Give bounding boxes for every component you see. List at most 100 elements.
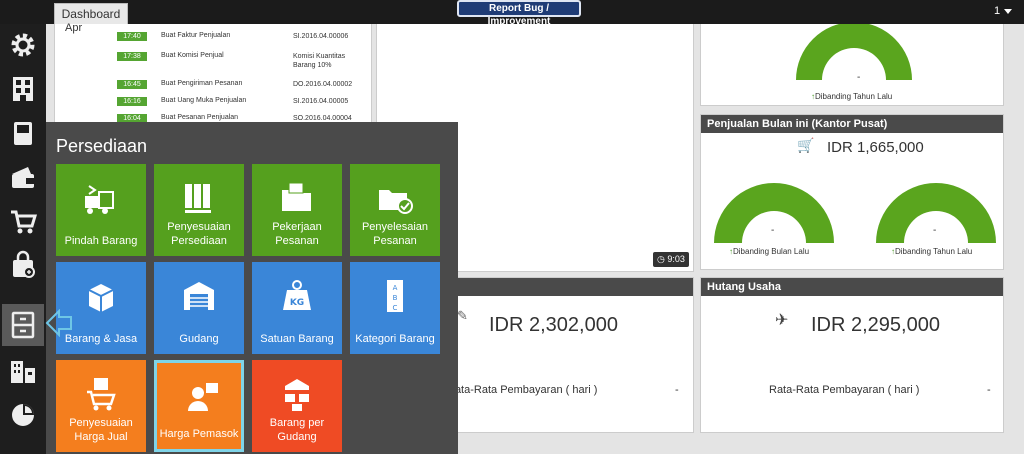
clock-time: 9:03 (667, 254, 685, 264)
clock-icon: ◷ (657, 254, 665, 264)
buildings-icon (11, 361, 35, 383)
gauge-caption-text: Dibanding Tahun Lalu (815, 92, 893, 101)
sidebar-item-sales[interactable] (2, 200, 44, 242)
activity-text: Buat Faktur Penjualan (161, 32, 231, 39)
popup-title: Persediaan (56, 136, 148, 156)
left-sidebar (0, 24, 46, 454)
tile-label: Satuan Barang (260, 333, 334, 345)
tile-penyesuaian-persediaan[interactable]: Penyesuaian Persediaan (154, 164, 244, 256)
activity-text: Buat Pesanan Penjualan (161, 114, 239, 121)
tile-label: Penyelesaian Pesanan (361, 221, 429, 247)
forklift-icon (85, 185, 114, 214)
inventory-popup-menu: Persediaan Pindah Barang Penyesuaian Per… (46, 122, 458, 454)
clock-badge: ◷ 9:03 (653, 252, 689, 267)
payable-card-title: Hutang Usaha (701, 278, 1003, 296)
tile-label: Kategori Barang (355, 333, 435, 345)
tile-label: Harga Pemasok (159, 428, 239, 440)
book-icon (14, 122, 32, 145)
activity-ref: SI.2016.04.00006 (293, 33, 349, 40)
gauge-value: - (857, 72, 861, 83)
gauge-chart (796, 24, 912, 80)
receivable-label: Rata-Rata Pembayaran ( hari ) (447, 384, 598, 396)
activity-header: Apr (65, 22, 83, 34)
activity-time: 16:16 (117, 97, 147, 106)
tile-label: Barang per Gudang (269, 417, 325, 443)
activity-time: 16:45 (117, 80, 147, 89)
gauge-caption: ↑Dibanding Bulan Lalu (729, 247, 809, 256)
payable-amount: IDR 2,295,000 (811, 314, 940, 336)
tile-satuan-barang[interactable]: KG Satuan Barang (252, 262, 342, 354)
tab-dashboard[interactable]: Dashboard (54, 3, 128, 24)
report-bug-button[interactable]: Report Bug / Improvement (457, 0, 581, 27)
gauge-caption-text: Dibanding Tahun Lalu (895, 247, 973, 256)
supplier-price-icon (188, 383, 218, 411)
tile-pindah-barang[interactable]: Pindah Barang (56, 164, 146, 256)
payable-icon: ✈ (775, 312, 789, 329)
sales-card-title: Penjualan Bulan ini (Kantor Pusat) (701, 115, 1003, 133)
weight-kg-icon: KG (283, 280, 311, 310)
money-icon: ✎ (457, 308, 468, 323)
svg-text:C: C (393, 304, 398, 312)
sidebar-item-company[interactable] (2, 68, 44, 110)
activity-text: Buat Uang Muka Penjualan (161, 97, 247, 104)
activity-text: Buat Komisi Penjual (161, 52, 224, 59)
receivable-amount: IDR 2,302,000 (489, 314, 618, 336)
tile-pekerjaan-pesanan[interactable]: Pekerjaan Pesanan (252, 164, 342, 256)
warehouse-icon (184, 282, 214, 310)
user-menu[interactable]: 1 (994, 5, 1013, 17)
activity-ref: DO.2016.04.00002 (293, 81, 353, 88)
chevron-down-icon (1004, 8, 1013, 14)
tile-penyelesaian-pesanan[interactable]: Penyelesaian Pesanan (350, 164, 440, 256)
tile-label: Pekerjaan Pesanan (272, 221, 322, 247)
activity-time: 17:38 (117, 52, 147, 61)
gauge-caption: ↑Dibanding Tahun Lalu (891, 247, 972, 256)
tile-harga-pemasok[interactable]: Harga Pemasok (154, 360, 244, 452)
cabinet-icon (11, 311, 35, 339)
tile-penyesuaian-harga-jual[interactable]: Penyesuaian Harga Jual (56, 360, 146, 452)
tile-label: Pindah Barang (64, 235, 138, 247)
gauge-caption: ↑Dibanding Tahun Lalu (811, 92, 892, 101)
gauge-value: - (933, 225, 937, 236)
sidebar-item-purchase[interactable] (2, 244, 44, 286)
tile-label: Penyesuaian Persediaan (167, 221, 231, 247)
user-menu-label: 1 (994, 5, 1001, 17)
activity-ref: SI.2016.04.00005 (293, 98, 349, 105)
wallet-icon (12, 167, 34, 188)
activity-time: 17:40 (117, 32, 147, 41)
svg-text:KG: KG (290, 298, 304, 308)
folder-check-icon (379, 190, 413, 214)
top-bar: Dashboard Report Bug / Improvement 1 (0, 0, 1024, 27)
building-icon (13, 77, 33, 101)
abc-list-icon: ABC (387, 280, 403, 312)
tile-gudang[interactable]: Gudang (154, 262, 244, 354)
arrow-left-icon (45, 309, 72, 337)
sidebar-item-assets[interactable] (2, 350, 44, 392)
payable-value: - (987, 384, 991, 396)
payable-card: Hutang Usaha ✈ IDR 2,295,000 Rata-Rata P… (700, 277, 1004, 433)
gauge-caption-text: Dibanding Bulan Lalu (733, 247, 810, 256)
cart-icon: 🛒 (797, 137, 815, 153)
sidebar-item-cash-bank[interactable] (2, 156, 44, 198)
price-cart-icon (87, 378, 116, 411)
receivable-value: - (675, 384, 679, 396)
folder-icon (282, 182, 311, 211)
gear-icon (11, 33, 35, 57)
sales-card: Penjualan Bulan ini (Kantor Pusat) 🛒 IDR… (700, 114, 1004, 270)
tile-kategori-barang[interactable]: ABC Kategori Barang (350, 262, 440, 354)
sidebar-item-settings[interactable] (2, 24, 44, 66)
tile-barang-per-gudang[interactable]: Barang per Gudang (252, 360, 342, 452)
sidebar-item-ledger[interactable] (2, 112, 44, 154)
activity-ref: Komisi Kuantitas Barang 10% (293, 53, 346, 69)
sidebar-item-inventory[interactable] (2, 304, 44, 346)
svg-text:B: B (393, 294, 398, 302)
svg-text:A: A (393, 284, 398, 292)
shopping-bag-icon (13, 250, 35, 278)
sales-amount: IDR 1,665,000 (827, 139, 924, 156)
cart-icon (11, 210, 38, 234)
top-right-gauge-card: - ↑Dibanding Tahun Lalu (700, 24, 1004, 106)
sidebar-item-reports[interactable] (2, 394, 44, 436)
tile-label: Penyesuaian Harga Jual (69, 417, 133, 443)
tile-barang-jasa[interactable]: Barang & Jasa (56, 262, 146, 354)
scrollbar[interactable] (1008, 24, 1022, 454)
pie-chart-icon (12, 404, 34, 426)
